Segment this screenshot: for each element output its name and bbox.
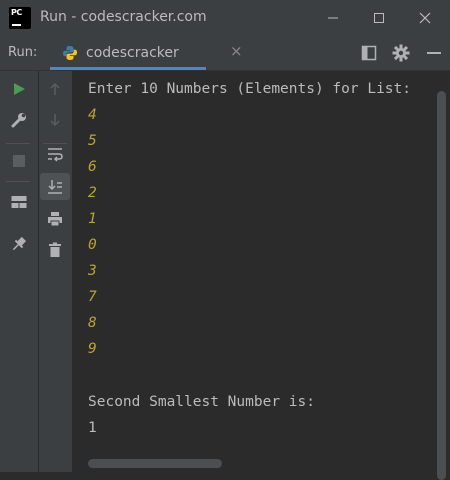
- maximize-button[interactable]: [356, 0, 402, 36]
- run-toolbar: Run: codescracker ×: [0, 36, 450, 71]
- pycharm-logo: PC: [9, 7, 31, 29]
- list-item: 1: [88, 211, 97, 227]
- print-icon[interactable]: [43, 207, 67, 231]
- result-label: Second Smallest Number is:: [88, 394, 315, 410]
- list-item: 5: [88, 133, 97, 149]
- list-item: 8: [88, 315, 97, 331]
- up-arrow-icon[interactable]: [43, 77, 67, 101]
- result-value: 1: [88, 420, 97, 436]
- list-item: 9: [88, 341, 97, 357]
- run-icon[interactable]: [7, 77, 31, 101]
- soft-wrap-icon[interactable]: [43, 142, 67, 166]
- minimize-button[interactable]: [310, 0, 356, 36]
- layout-icon[interactable]: [7, 190, 31, 214]
- pycharm-window: PC Run - codescracker.com Run: codescrac…: [0, 0, 450, 480]
- maximize-icon: [374, 13, 384, 23]
- hide-icon[interactable]: [422, 41, 446, 65]
- left-tool-gutter: [0, 71, 39, 472]
- console-output[interactable]: Enter 10 Numbers (Elements) for List: 4 …: [72, 71, 450, 480]
- trash-icon[interactable]: [43, 238, 67, 262]
- list-item: 0: [88, 237, 97, 253]
- run-label: Run:: [8, 45, 38, 60]
- list-item: 3: [88, 263, 97, 279]
- window-title: Run - codescracker.com: [40, 9, 207, 25]
- list-item: 4: [88, 107, 97, 123]
- python-icon: [63, 46, 77, 60]
- down-arrow-icon[interactable]: [43, 108, 67, 132]
- input-prompt: Enter 10 Numbers (Elements) for List:: [88, 81, 412, 97]
- scroll-to-end-icon[interactable]: [43, 175, 67, 199]
- tab-codescracker[interactable]: codescracker ×: [50, 36, 243, 70]
- close-button[interactable]: [402, 0, 448, 36]
- list-item: 7: [88, 289, 97, 305]
- logo-text: PC: [11, 8, 22, 17]
- tab-label: codescracker: [86, 45, 179, 61]
- list-item: 6: [88, 159, 97, 175]
- horizontal-scrollbar[interactable]: [88, 459, 222, 468]
- minimize-icon: [328, 17, 338, 19]
- layout-panel-icon[interactable]: [357, 41, 381, 65]
- title-bar: PC Run - codescracker.com: [0, 0, 450, 36]
- stop-icon[interactable]: [7, 149, 31, 173]
- close-icon: [419, 12, 431, 24]
- vertical-scrollbar[interactable]: [437, 91, 446, 480]
- wrench-icon[interactable]: [7, 108, 31, 132]
- settings-gear-icon[interactable]: [389, 41, 413, 65]
- tab-close-icon[interactable]: ×: [230, 42, 243, 60]
- list-item: 2: [88, 185, 97, 201]
- console-actions-gutter: [39, 71, 72, 472]
- pin-icon[interactable]: [7, 232, 31, 256]
- tab-active-indicator: [50, 67, 206, 70]
